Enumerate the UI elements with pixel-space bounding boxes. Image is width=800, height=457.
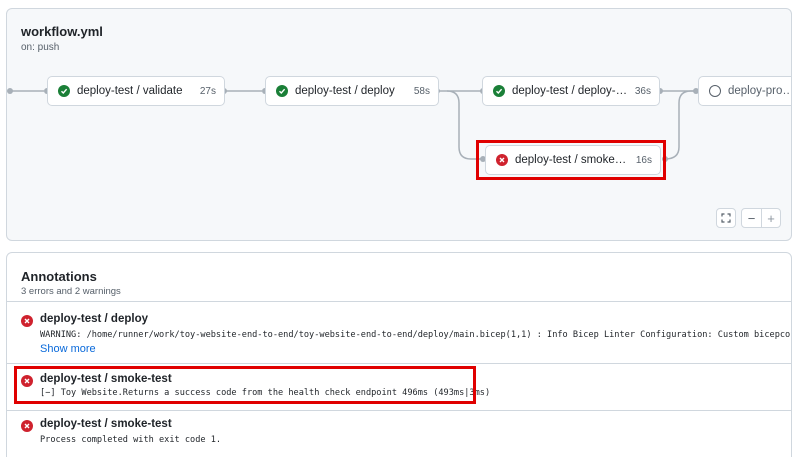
highlight-box (14, 366, 476, 404)
annotation-message: Process completed with exit code 1. (40, 435, 222, 445)
workflow-graph-panel: workflow.yml on: push deploy-test / vali… (6, 8, 792, 241)
check-circle-icon (493, 85, 505, 97)
annotation-job: deploy-test / smoke-test (40, 418, 172, 430)
annotations-panel: Annotations 3 errors and 2 warnings depl… (6, 252, 792, 457)
edge-dot (7, 88, 13, 94)
zoom-in-button[interactable]: + (761, 208, 781, 228)
job-name: deploy-test / deploy (295, 85, 395, 97)
job-name: deploy-product (728, 85, 791, 97)
x-circle-icon (21, 420, 33, 432)
zoom-out-button[interactable]: − (741, 208, 762, 228)
job-duration: 58s (413, 85, 430, 97)
job-node-deploy[interactable]: deploy-test / deploy 58s (265, 76, 439, 106)
job-dependency-edges (9, 90, 695, 160)
job-node-deploy-production[interactable]: deploy-product (698, 76, 791, 106)
job-duration: 27s (199, 85, 216, 97)
fullscreen-button[interactable] (716, 208, 736, 228)
job-name: deploy-test / deploy-web… (512, 85, 629, 97)
job-node-deploy-website[interactable]: deploy-test / deploy-web… 36s (482, 76, 660, 106)
empty-circle-icon (709, 85, 721, 97)
highlight-box (476, 140, 666, 180)
x-circle-icon (21, 315, 33, 327)
annotation-job: deploy-test / deploy (40, 313, 148, 325)
annotation-message: WARNING: /home/runner/work/toy-website-e… (40, 330, 792, 340)
annotation-item: deploy-test / smoke-test Process complet… (7, 410, 791, 457)
annotations-title: Annotations (21, 269, 97, 284)
check-circle-icon (58, 85, 70, 97)
annotations-summary: 3 errors and 2 warnings (21, 286, 121, 297)
annotation-item: deploy-test / deploy WARNING: /home/runn… (7, 301, 792, 363)
job-name: deploy-test / validate (77, 85, 183, 97)
fullscreen-icon (721, 213, 731, 223)
check-circle-icon (276, 85, 288, 97)
show-more-link[interactable]: Show more (40, 343, 96, 355)
job-duration: 36s (634, 85, 651, 97)
job-node-validate[interactable]: deploy-test / validate 27s (47, 76, 225, 106)
